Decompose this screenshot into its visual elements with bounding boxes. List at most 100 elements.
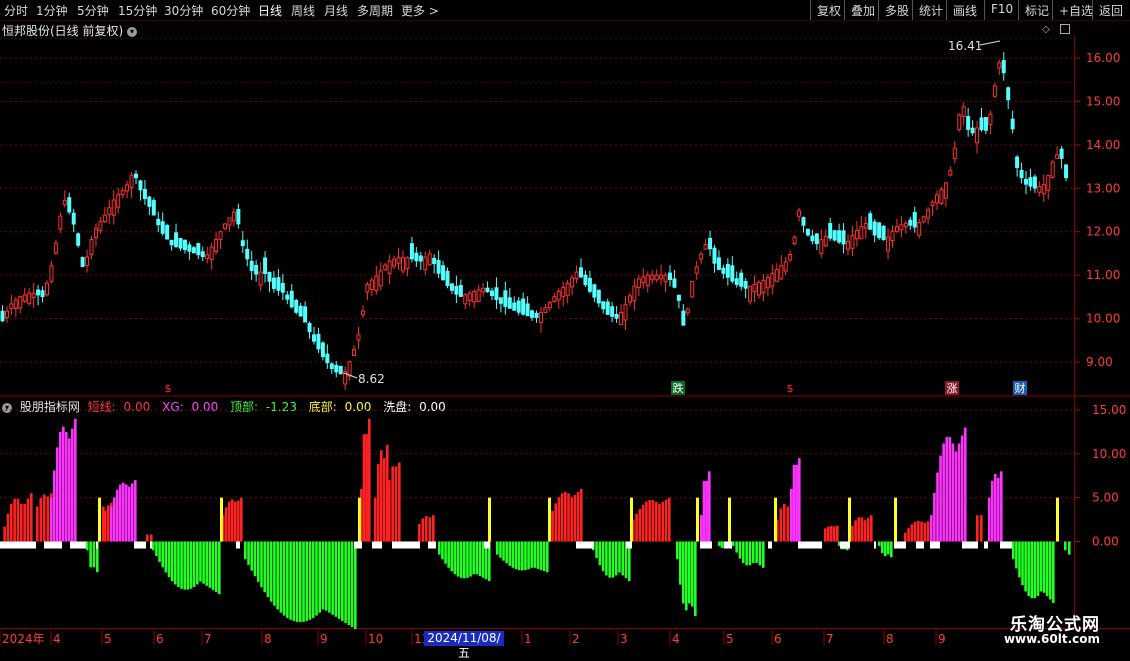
candle-body xyxy=(432,257,437,265)
short-bar xyxy=(827,526,830,542)
short-bar xyxy=(228,501,231,542)
candle-body xyxy=(561,287,566,298)
candle-body xyxy=(619,311,624,325)
candle-body xyxy=(107,207,112,216)
candle-body xyxy=(89,239,94,256)
top-bar xyxy=(282,541,286,616)
indicator-tick-label: 0.00 xyxy=(1092,535,1119,549)
candle-body xyxy=(565,283,570,296)
candle-body xyxy=(436,260,441,274)
candle-body xyxy=(979,117,984,131)
xg-bar xyxy=(700,515,703,542)
candle-body xyxy=(948,170,953,176)
bottom-signal-bar xyxy=(548,497,551,542)
short-bar xyxy=(380,450,383,542)
candle-body xyxy=(810,235,815,242)
top-bar xyxy=(481,541,485,578)
candle-body xyxy=(307,323,312,333)
candle-body xyxy=(93,227,98,239)
candle-body xyxy=(641,276,646,284)
wash-bar xyxy=(700,541,712,549)
xg-bar xyxy=(116,489,119,542)
top-bar xyxy=(720,541,724,548)
top-bar xyxy=(1042,541,1046,593)
top-bar xyxy=(453,541,457,575)
candle-body xyxy=(685,308,690,314)
price-candles: 16.41 8.62 xyxy=(0,39,1069,390)
short-bar xyxy=(907,528,910,542)
candle-body xyxy=(912,212,917,228)
candle-body xyxy=(975,127,980,144)
candle-body xyxy=(258,271,263,286)
top-bar xyxy=(1064,541,1067,551)
bottom-signal-bar xyxy=(894,497,897,542)
xg-bar xyxy=(128,486,131,542)
candle-body xyxy=(894,226,899,232)
candle-body xyxy=(165,225,170,240)
event-marker-3: 涨 xyxy=(947,382,958,395)
top-bar xyxy=(260,541,263,588)
candle-body xyxy=(841,230,846,245)
top-bar xyxy=(1052,541,1055,603)
short-bar xyxy=(654,501,658,542)
xg-bar xyxy=(798,458,801,542)
top-bar xyxy=(218,541,221,595)
top-bar xyxy=(1027,541,1030,596)
candle-body xyxy=(120,190,125,196)
top-bar xyxy=(250,541,254,571)
top-bar xyxy=(878,541,881,546)
short-bar xyxy=(237,500,240,542)
candle-body xyxy=(748,285,753,302)
short-bar xyxy=(641,504,645,542)
candle-body xyxy=(9,303,14,309)
candle-body xyxy=(917,222,922,236)
top-bar xyxy=(478,541,482,577)
candle-body xyxy=(921,216,926,223)
candle-body xyxy=(1006,87,1011,101)
top-bar xyxy=(539,541,543,571)
kline-chart[interactable]: 16.418.62 9.0010.0011.0012.0013.0014.001… xyxy=(0,0,1130,650)
top-bar xyxy=(466,541,469,578)
top-bar xyxy=(208,541,212,588)
candle-body xyxy=(872,221,877,236)
candle-body xyxy=(1046,175,1051,191)
short-bar xyxy=(362,434,366,542)
top-bar xyxy=(269,541,273,602)
wash-bar xyxy=(576,541,594,549)
short-bar xyxy=(234,501,237,542)
candle-body xyxy=(102,214,107,223)
candle-body xyxy=(716,257,721,270)
candle-body xyxy=(903,222,908,228)
candle-body xyxy=(525,303,530,317)
candle-body xyxy=(997,62,1002,69)
xg-bar xyxy=(53,470,56,542)
candle-body xyxy=(427,253,432,266)
low-label: 8.62 xyxy=(358,372,385,386)
x-tick-label: 5 xyxy=(726,632,734,646)
top-bar xyxy=(517,541,521,571)
top-bar xyxy=(881,541,884,554)
candle-body xyxy=(721,267,726,274)
wash-bar xyxy=(894,541,906,549)
short-bar xyxy=(980,515,983,542)
top-bar xyxy=(496,541,499,555)
top-bar xyxy=(738,541,742,559)
price-tick-label: 11.00 xyxy=(1086,268,1120,282)
candle-body xyxy=(147,196,152,207)
bottom-signal-bar xyxy=(630,497,633,542)
candle-body xyxy=(1050,161,1055,178)
candle-body xyxy=(463,294,468,305)
bottom-signal-bar xyxy=(774,497,777,542)
top-bar xyxy=(514,541,518,570)
short-bar xyxy=(107,505,110,542)
candle-body xyxy=(538,312,543,324)
short-bar xyxy=(43,494,46,542)
candle-body xyxy=(111,199,116,216)
candle-body xyxy=(214,238,219,253)
short-bar xyxy=(570,497,573,542)
short-bar xyxy=(10,503,13,542)
candle-body xyxy=(983,117,988,131)
top-bar xyxy=(1048,541,1052,600)
candle-body xyxy=(988,113,993,126)
candle-body xyxy=(752,283,757,293)
